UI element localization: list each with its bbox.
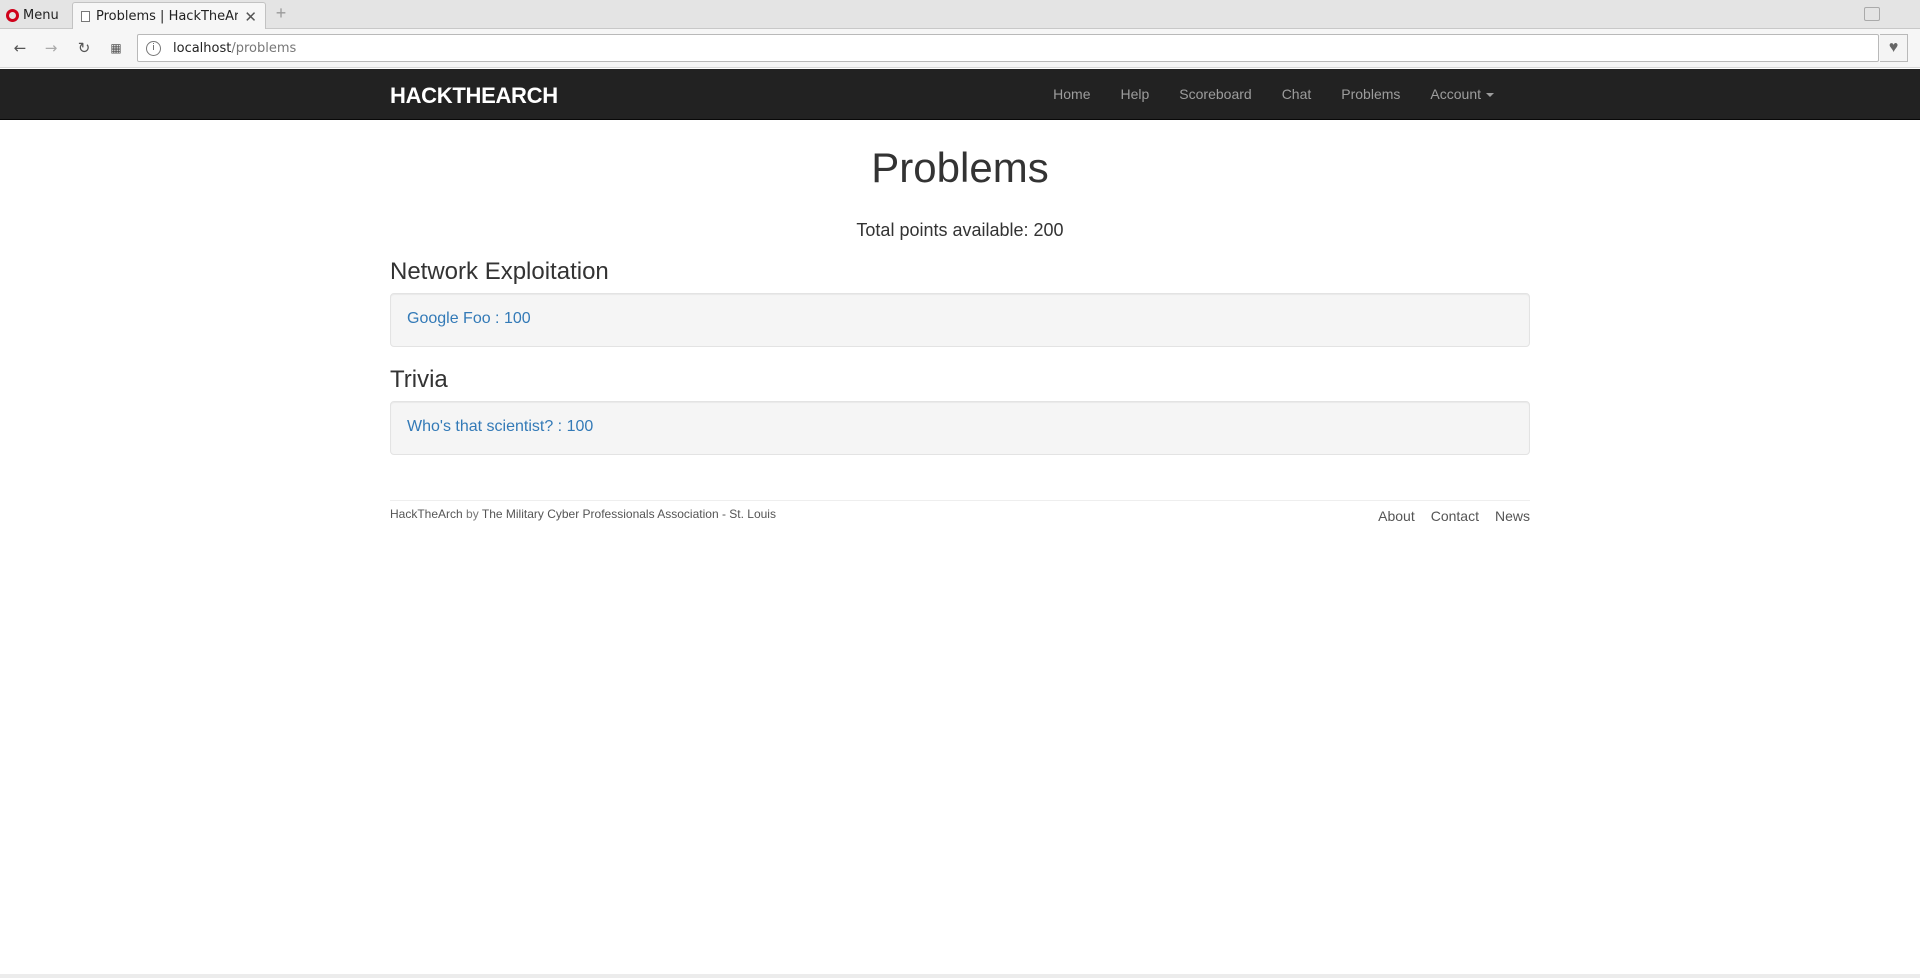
- footer-by: by: [466, 507, 479, 521]
- problem-link[interactable]: Google Foo : 100: [407, 310, 531, 327]
- tab-close-icon[interactable]: ✕: [244, 8, 257, 26]
- nav-item-chat[interactable]: Chat: [1267, 86, 1327, 102]
- reload-icon[interactable]: ↻: [74, 38, 94, 58]
- footer-credit: HackTheArch by The Military Cyber Profes…: [390, 507, 1530, 521]
- account-label: Account: [1430, 86, 1481, 102]
- problem-link[interactable]: Who's that scientist? : 100: [407, 418, 593, 435]
- footer-link-contact[interactable]: Contact: [1431, 508, 1479, 524]
- footer-link-about[interactable]: About: [1378, 508, 1415, 524]
- address-bar[interactable]: i localhost /problems: [137, 34, 1879, 62]
- nav-item-home[interactable]: Home: [1038, 86, 1105, 102]
- opera-logo-icon: [6, 8, 19, 22]
- browser-menu-button[interactable]: Menu: [6, 6, 59, 24]
- nav-links: Home Help Scoreboard Chat Problems Accou…: [1038, 69, 1509, 119]
- caret-down-icon: [1486, 93, 1494, 98]
- footer-org-link[interactable]: The Military Cyber Professionals Associa…: [482, 507, 776, 521]
- forward-arrow-icon[interactable]: →: [41, 38, 61, 58]
- speed-dial-grid-icon[interactable]: ▦: [106, 38, 126, 58]
- browser-tab-active[interactable]: Problems | HackTheArch ✕: [72, 2, 266, 30]
- browser-menu-label: Menu: [23, 7, 59, 23]
- footer-link-news[interactable]: News: [1495, 508, 1530, 524]
- nav-item-problems[interactable]: Problems: [1326, 86, 1415, 102]
- tab-menu-icon[interactable]: [1864, 7, 1880, 21]
- nav-item-scoreboard[interactable]: Scoreboard: [1164, 86, 1266, 102]
- url-host: localhost: [173, 40, 232, 56]
- nav-item-account[interactable]: Account: [1415, 86, 1509, 102]
- site-navbar: HACKTHEARCH Home Help Scoreboard Chat Pr…: [0, 69, 1920, 120]
- footer-site-name: HackTheArch: [390, 507, 463, 521]
- browser-tab-bar: Menu Problems | HackTheArch ✕ +: [0, 0, 1920, 30]
- site-info-icon[interactable]: i: [146, 40, 161, 56]
- total-points: Total points available: 200: [856, 220, 1064, 240]
- problem-list-item: Google Foo : 100: [390, 293, 1530, 347]
- tab-title: Problems | HackTheArch: [96, 9, 239, 24]
- url-path: /problems: [231, 40, 297, 56]
- site-footer: HackTheArch by The Military Cyber Profes…: [390, 500, 1530, 524]
- document-icon: [81, 11, 90, 22]
- problem-list-item: Who's that scientist? : 100: [390, 401, 1530, 455]
- category-heading: Network Exploitation: [390, 258, 609, 285]
- window-bottom-edge: [0, 974, 1920, 978]
- page-title: Problems: [871, 144, 1049, 191]
- new-tab-button[interactable]: +: [273, 4, 289, 22]
- site-brand[interactable]: HACKTHEARCH: [390, 83, 558, 109]
- browser-toolbar: ← → ↻ ▦ i localhost /problems ♥: [0, 29, 1920, 68]
- heart-icon[interactable]: ♥: [1880, 34, 1908, 62]
- category-heading: Trivia: [390, 366, 448, 393]
- nav-item-help[interactable]: Help: [1106, 86, 1165, 102]
- footer-links: About Contact News: [1378, 508, 1530, 524]
- back-arrow-icon[interactable]: ←: [10, 38, 30, 58]
